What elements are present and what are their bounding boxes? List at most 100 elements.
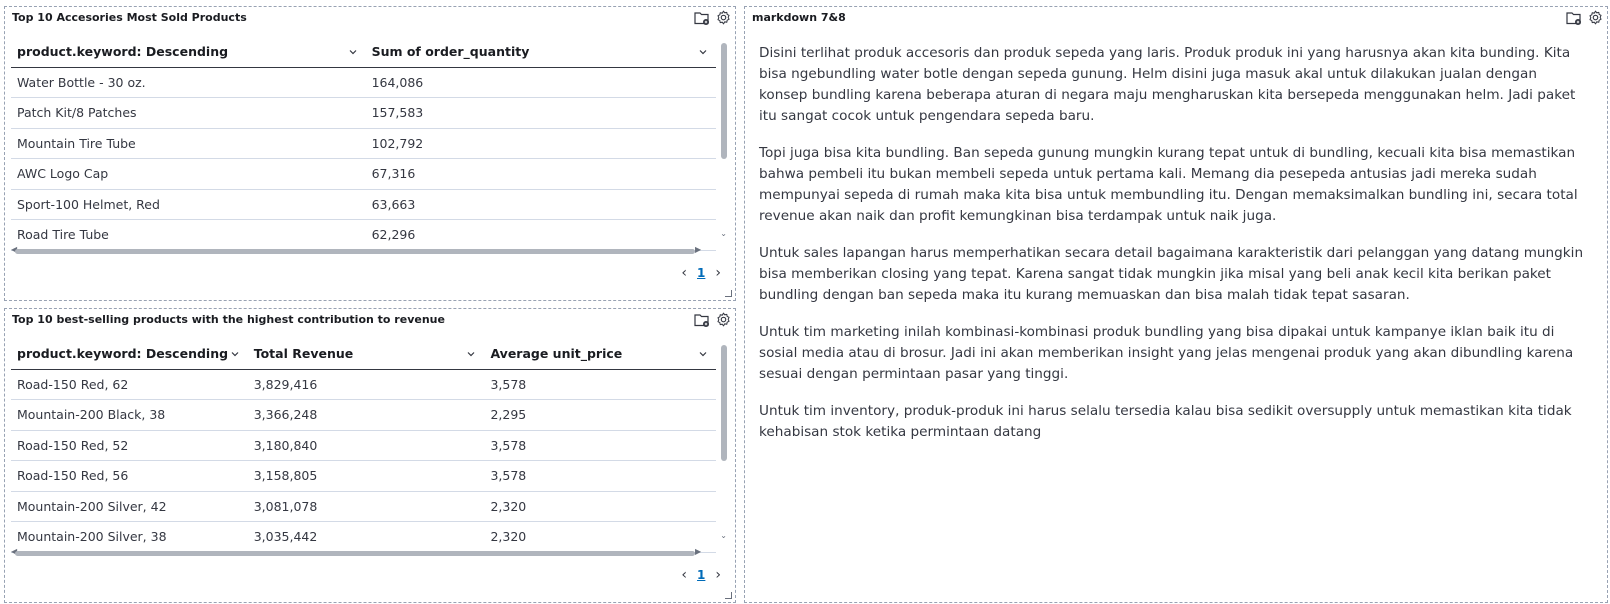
table-cell: 102,792	[365, 128, 716, 159]
panel-accessories-table: Top 10 Accesories Most Sold Products pro…	[4, 6, 736, 301]
chevron-down-icon[interactable]	[230, 349, 240, 359]
scroll-right-icon[interactable]: ▶	[695, 547, 701, 556]
pagination: ‹ 1 ›	[681, 567, 721, 583]
scroll-down-icon[interactable]: ⌄	[720, 531, 727, 540]
table-row: Mountain-200 Black, 38 3,366,248 2,295	[11, 399, 716, 431]
table-row: Road Tire Tube 62,296	[11, 219, 716, 251]
table-cell: 3,081,078	[247, 491, 485, 522]
table-cell: Patch Kit/8 Patches	[11, 97, 366, 129]
panel-actions	[694, 312, 731, 327]
chevron-left-icon[interactable]: ‹	[681, 567, 687, 583]
panel-title: Top 10 best-selling products with the hi…	[12, 313, 445, 326]
table-cell: AWC Logo Cap	[11, 158, 366, 190]
table-cell: 3,158,805	[247, 460, 485, 492]
table-cell: 2,320	[484, 491, 716, 522]
scroll-down-icon[interactable]: ⌄	[720, 229, 727, 238]
table-row: Road-150 Red, 56 3,158,805 3,578	[11, 460, 716, 492]
table-cell: 62,296	[365, 219, 716, 251]
table-row: Road-150 Red, 52 3,180,840 3,578	[11, 430, 716, 461]
table-header-row: product.keyword: Descending Sum of order…	[11, 37, 716, 68]
chevron-down-icon[interactable]	[348, 47, 358, 57]
markdown-body: Disini terlihat produk accesoris dan pro…	[759, 43, 1589, 459]
pagination: ‹ 1 ›	[681, 265, 721, 281]
inspect-icon[interactable]	[1566, 11, 1582, 25]
table-cell: 157,583	[365, 97, 716, 129]
table-cell: 3,180,840	[247, 430, 485, 461]
page-number-button[interactable]: 1	[697, 568, 705, 582]
column-header-unit-price[interactable]: Average unit_price	[484, 339, 716, 370]
table-row: Mountain-200 Silver, 38 3,035,442 2,320	[11, 521, 716, 553]
gear-icon[interactable]	[1588, 10, 1603, 25]
table-cell: 3,578	[484, 430, 716, 461]
table-cell: 3,366,248	[247, 399, 485, 431]
page-number-button[interactable]: 1	[697, 266, 705, 280]
chevron-left-icon[interactable]: ‹	[681, 265, 687, 281]
table-cell: 3,578	[484, 460, 716, 492]
panel-actions	[694, 10, 731, 25]
column-header-label: Total Revenue	[253, 346, 354, 362]
chevron-down-icon[interactable]	[698, 47, 708, 57]
horizontal-scrollbar[interactable]	[15, 249, 695, 254]
table-row: Water Bottle - 30 oz. 164,086	[11, 67, 716, 98]
table-cell: 3,829,416	[247, 369, 485, 400]
gear-icon[interactable]	[716, 10, 731, 25]
panel-title: Top 10 Accesories Most Sold Products	[12, 11, 247, 24]
table-cell: Road Tire Tube	[11, 219, 366, 251]
markdown-paragraph: Topi juga bisa kita bundling. Ban sepeda…	[759, 145, 1578, 224]
column-header-revenue[interactable]: Total Revenue	[247, 339, 485, 370]
table-row: Mountain Tire Tube 102,792	[11, 128, 716, 159]
markdown-paragraph: Untuk tim marketing inilah kombinasi-kom…	[759, 324, 1574, 382]
markdown-paragraph: Disini terlihat produk accesoris dan pro…	[759, 45, 1576, 124]
table-row: Patch Kit/8 Patches 157,583	[11, 97, 716, 129]
vertical-scrollbar[interactable]	[721, 345, 727, 461]
table-cell: 3,035,442	[247, 521, 485, 553]
table-cell: Road-150 Red, 56	[11, 460, 248, 492]
resize-handle[interactable]	[725, 592, 732, 599]
chevron-right-icon[interactable]: ›	[715, 265, 721, 281]
table-cell: Water Bottle - 30 oz.	[11, 67, 366, 98]
table-cell: Road-150 Red, 62	[11, 369, 248, 400]
table-cell: Mountain-200 Silver, 42	[11, 491, 248, 522]
table-row: AWC Logo Cap 67,316	[11, 158, 716, 190]
inspect-icon[interactable]	[694, 11, 710, 25]
table-cell: 3,578	[484, 369, 716, 400]
table-row: Road-150 Red, 62 3,829,416 3,578	[11, 369, 716, 400]
column-header-product[interactable]: product.keyword: Descending	[11, 339, 248, 370]
column-header-label: Sum of order_quantity	[371, 44, 530, 60]
panel-actions	[1566, 10, 1603, 25]
chevron-right-icon[interactable]: ›	[715, 567, 721, 583]
resize-handle[interactable]	[725, 290, 732, 297]
chevron-down-icon[interactable]	[466, 349, 476, 359]
column-header-quantity[interactable]: Sum of order_quantity	[365, 37, 716, 68]
table-cell: Mountain-200 Black, 38	[11, 399, 248, 431]
table-cell: Mountain-200 Silver, 38	[11, 521, 248, 553]
table-cell: 63,663	[365, 189, 716, 220]
column-header-label: Average unit_price	[490, 346, 623, 362]
data-table: product.keyword: Descending Total Revenu…	[11, 339, 716, 559]
table-cell: 2,295	[484, 399, 716, 431]
scroll-right-icon[interactable]: ▶	[695, 245, 701, 254]
inspect-icon[interactable]	[694, 313, 710, 327]
column-header-label: product.keyword: Descending	[17, 346, 229, 362]
horizontal-scrollbar[interactable]	[15, 551, 695, 556]
table-row: Mountain-200 Silver, 42 3,081,078 2,320	[11, 491, 716, 522]
markdown-paragraph: Untuk sales lapangan harus memperhatikan…	[759, 245, 1584, 303]
column-header-product[interactable]: product.keyword: Descending	[11, 37, 366, 68]
table-cell: 2,320	[484, 521, 716, 553]
table-cell: Sport-100 Helmet, Red	[11, 189, 366, 220]
panel-markdown: markdown 7&8 Disini terlihat produk acce…	[744, 6, 1608, 603]
panel-title: markdown 7&8	[752, 11, 846, 24]
table-cell: 67,316	[365, 158, 716, 190]
gear-icon[interactable]	[716, 312, 731, 327]
table-cell: 164,086	[365, 67, 716, 98]
table-cell: Mountain Tire Tube	[11, 128, 366, 159]
table-row: Sport-100 Helmet, Red 63,663	[11, 189, 716, 220]
table-cell: Road-150 Red, 52	[11, 430, 248, 461]
panel-revenue-table: Top 10 best-selling products with the hi…	[4, 308, 736, 603]
table-header-row: product.keyword: Descending Total Revenu…	[11, 339, 716, 370]
vertical-scrollbar[interactable]	[721, 43, 727, 159]
chevron-down-icon[interactable]	[698, 349, 708, 359]
markdown-paragraph: Untuk tim inventory, produk-produk ini h…	[759, 403, 1572, 440]
column-header-label: product.keyword: Descending	[17, 44, 229, 60]
data-table: product.keyword: Descending Sum of order…	[11, 37, 716, 257]
